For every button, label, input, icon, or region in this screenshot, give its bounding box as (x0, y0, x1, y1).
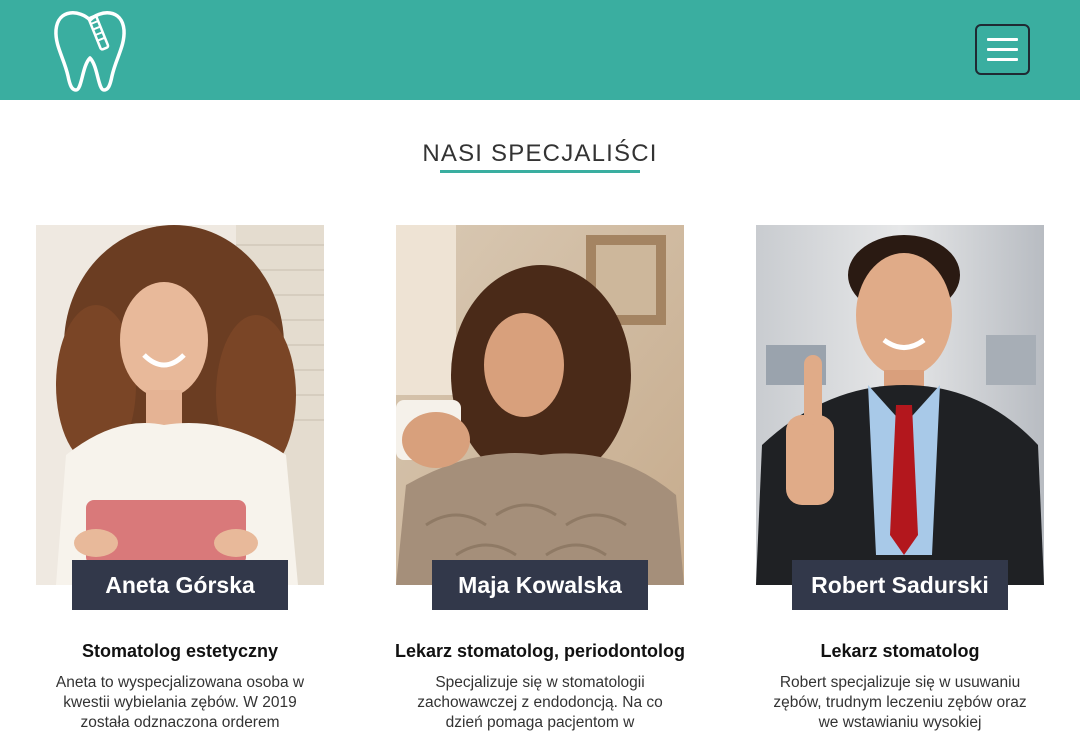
specialist-card: Maja Kowalska Lekarz stomatolog, periodo… (395, 225, 685, 731)
specialist-description: Specjalizuje się w stomatologii zachowaw… (417, 674, 663, 731)
specialist-card: Robert Sadurski Lekarz stomatolog Robert… (756, 225, 1044, 731)
specialist-role: Stomatolog estetyczny (81, 641, 279, 661)
hamburger-menu-button[interactable] (975, 24, 1030, 75)
specialist-name: Robert Sadurski (792, 560, 1008, 610)
specialist-name: Aneta Górska (72, 560, 288, 610)
specialist-description: Robert specjalizuje się w usuwaniu zębów… (773, 674, 1027, 731)
photo-aneta-gorska (36, 225, 324, 585)
specialist-name: Maja Kowalska (432, 560, 648, 610)
specialist-role: Lekarz stomatolog (820, 641, 980, 661)
tooth-logo-icon[interactable] (52, 6, 128, 94)
title-underline (440, 170, 640, 173)
specialist-card: Aneta Górska Stomatolog estetyczny Aneta… (36, 225, 324, 731)
menu-bar (987, 38, 1018, 41)
site-header (0, 0, 1080, 100)
specialist-role: Lekarz stomatolog, periodontolog (394, 641, 685, 661)
specialist-photo (36, 225, 324, 585)
specialist-photo (396, 225, 684, 585)
photo-maja-kowalska (396, 225, 684, 585)
photo-robert-sadurski (756, 225, 1044, 585)
specialist-photo (756, 225, 1044, 585)
menu-bar (987, 58, 1018, 61)
specialist-description: Aneta to wyspecjalizowana osoba w kwesti… (55, 674, 305, 731)
menu-bar (987, 48, 1018, 51)
section-title: NASI SPECJALIŚCI (422, 140, 658, 167)
